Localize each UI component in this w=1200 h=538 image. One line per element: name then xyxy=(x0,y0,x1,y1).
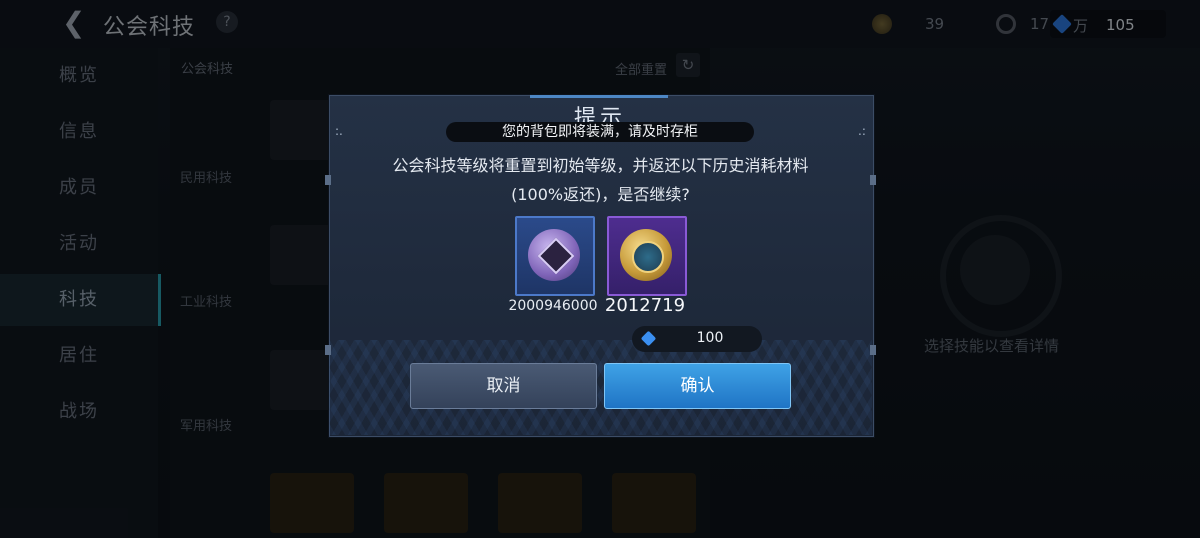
cancel-button[interactable]: 取消 xyxy=(410,363,597,409)
dialog-edge-nub xyxy=(325,345,331,355)
toast-message: 您的背包即将装满，请及时存柜 xyxy=(446,122,754,142)
emblem-core xyxy=(632,241,664,273)
cost-value: 100 xyxy=(696,330,724,346)
corner-dots-icon: .: xyxy=(858,124,866,138)
reward-count: 2012719 xyxy=(604,295,686,316)
dialog-accent-line xyxy=(530,95,668,98)
confirm-button[interactable]: 确认 xyxy=(604,363,791,409)
reward-count: 2000946000 xyxy=(508,298,598,314)
dialog-edge-nub xyxy=(870,345,876,355)
corner-dots-icon: :. xyxy=(335,124,343,138)
dialog-message-line2: (100%返还)，是否继续? xyxy=(511,185,690,204)
dialog-message-line1: 公会科技等级将重置到初始等级，并返还以下历史消耗材料 xyxy=(392,156,809,175)
